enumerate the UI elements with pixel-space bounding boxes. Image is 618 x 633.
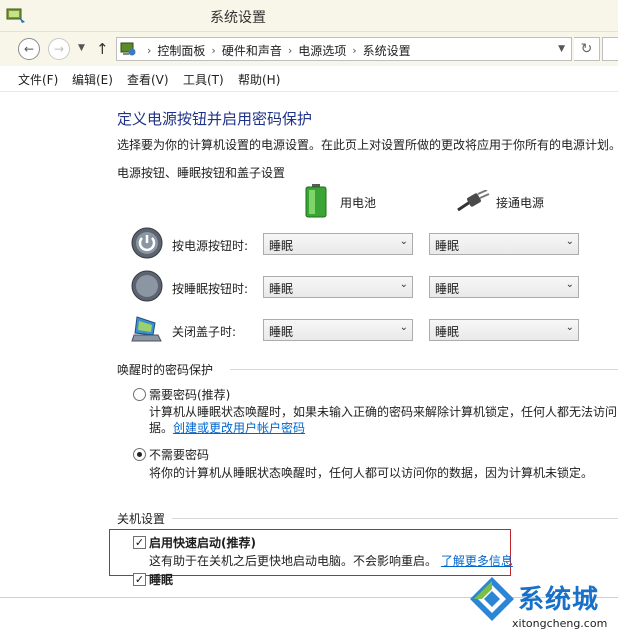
select-value: 睡眠 [435, 239, 460, 253]
require-password-label: 需要密码(推荐) [149, 388, 231, 402]
watermark: 系统城 xitongcheng.com [468, 573, 618, 633]
power-button-plugged-select[interactable]: 睡眠 ⌄ [429, 233, 579, 255]
sleep-button-plugged-select[interactable]: 睡眠 ⌄ [429, 276, 579, 298]
section-divider [172, 518, 618, 519]
change-password-link[interactable]: 创建或更改用户帐户密码 [173, 421, 305, 435]
power-buttons-section-title: 电源按钮、睡眠按钮和盖子设置 [117, 166, 286, 180]
chevron-down-icon: ⌄ [565, 279, 574, 290]
breadcrumb-item[interactable]: 电源选项 [298, 42, 346, 59]
breadcrumb: › 控制面板 › 硬件和声音 › 电源选项 › 系统设置 [141, 42, 411, 59]
window-title: 系统设置 [210, 10, 266, 26]
address-dropdown-icon[interactable]: ▼ [558, 44, 565, 54]
sleep-label: 睡眠 [149, 573, 174, 587]
description-text: 这有助于在关机之后更快地启动电脑。不会影响重启。 [149, 554, 438, 568]
watermark-url: xitongcheng.com [512, 617, 608, 630]
recent-pages-dropdown-icon[interactable]: ▼ [78, 43, 85, 53]
watermark-brand: 系统城 [518, 585, 600, 615]
sleep-button-icon [131, 270, 163, 302]
main-content: 定义电源按钮并启用密码保护 选择要为你的计算机设置的电源设置。在此页上对设置所做… [0, 92, 618, 633]
require-password-description-tail: 据。创建或更改用户帐户密码 [149, 419, 305, 436]
chevron-down-icon: ⌄ [565, 236, 574, 247]
wake-password-section-title: 唤醒时的密码保护 [117, 363, 214, 377]
chevron-down-icon: ⌄ [399, 236, 408, 247]
lid-close-plugged-select[interactable]: 睡眠 ⌄ [429, 319, 579, 341]
menu-help[interactable]: 帮助(H) [238, 71, 280, 88]
sleep-button-label: 按睡眠按钮时: [172, 282, 249, 296]
search-input[interactable] [602, 37, 618, 61]
forward-button[interactable]: → [48, 38, 70, 60]
breadcrumb-item[interactable]: 控制面板 [157, 42, 205, 59]
shutdown-section-title: 关机设置 [117, 512, 166, 526]
refresh-icon: ↻ [580, 41, 593, 57]
battery-column-label: 用电池 [340, 196, 377, 210]
chevron-down-icon: ⌄ [399, 279, 408, 290]
arrow-left-icon: ← [23, 42, 35, 56]
power-button-battery-select[interactable]: 睡眠 ⌄ [263, 233, 413, 255]
fast-startup-label: 启用快速启动(推荐) [149, 536, 256, 550]
menu-bar: 文件(F) 编辑(E) 查看(V) 工具(T) 帮助(H) [0, 66, 618, 92]
select-value: 睡眠 [269, 282, 294, 296]
menu-view[interactable]: 查看(V) [127, 71, 169, 88]
chevron-down-icon: ⌄ [399, 322, 408, 333]
address-bar[interactable]: › 控制面板 › 硬件和声音 › 电源选项 › 系统设置 ▼ [116, 37, 572, 61]
lid-close-battery-select[interactable]: 睡眠 ⌄ [263, 319, 413, 341]
section-divider [230, 369, 618, 370]
page-title: 定义电源按钮并启用密码保护 [117, 110, 313, 128]
select-value: 睡眠 [435, 282, 460, 296]
title-bar: 系统设置 [0, 0, 618, 32]
select-value: 睡眠 [269, 239, 294, 253]
back-button[interactable]: ← [18, 38, 40, 60]
power-button-label: 按电源按钮时: [172, 239, 249, 253]
sleep-checkbox[interactable]: ✓ [133, 573, 146, 586]
power-button-icon [131, 227, 163, 259]
no-password-radio[interactable] [133, 448, 146, 461]
refresh-button[interactable]: ↻ [574, 37, 600, 61]
breadcrumb-separator: › [287, 44, 293, 57]
breadcrumb-separator: › [147, 44, 152, 57]
breadcrumb-separator: › [352, 44, 357, 57]
power-plug-icon [457, 190, 490, 212]
control-panel-icon [120, 42, 136, 56]
lid-close-label: 关闭盖子时: [172, 325, 237, 339]
battery-icon [305, 184, 327, 218]
learn-more-link[interactable]: 了解更多信息 [441, 554, 513, 568]
no-password-description: 将你的计算机从睡眠状态唤醒时，任何人都可以访问你的数据，因为计算机未锁定。 [149, 466, 594, 480]
fast-startup-description: 这有助于在关机之后更快地启动电脑。不会影响重启。 了解更多信息 [149, 552, 513, 569]
menu-tools[interactable]: 工具(T) [183, 71, 224, 88]
arrow-right-icon: → [53, 42, 65, 56]
fast-startup-checkbox[interactable]: ✓ [133, 536, 146, 549]
plugged-column-label: 接通电源 [496, 196, 545, 210]
xitongcheng-logo-icon [470, 577, 514, 621]
no-password-label: 不需要密码 [149, 448, 210, 462]
up-arrow-icon[interactable]: ↑ [96, 40, 109, 58]
page-description: 选择要为你的计算机设置的电源设置。在此页上对设置所做的更改将应用于你所有的电源计… [117, 138, 618, 152]
breadcrumb-item[interactable]: 硬件和声音 [222, 42, 282, 59]
require-password-radio[interactable] [133, 388, 146, 401]
breadcrumb-item[interactable]: 系统设置 [363, 42, 411, 59]
laptop-lid-icon [131, 316, 162, 342]
menu-edit[interactable]: 编辑(E) [72, 71, 113, 88]
navigation-bar: ← → ▼ ↑ › 控制面板 › 硬件和声音 › 电源选项 › 系统设置 ▼ ↻ [0, 32, 618, 66]
menu-file[interactable]: 文件(F) [18, 71, 58, 88]
chevron-down-icon: ⌄ [565, 322, 574, 333]
sleep-button-battery-select[interactable]: 睡眠 ⌄ [263, 276, 413, 298]
breadcrumb-separator: › [211, 44, 216, 57]
description-text: 据。 [149, 421, 174, 435]
select-value: 睡眠 [269, 325, 294, 339]
select-value: 睡眠 [435, 325, 460, 339]
require-password-description: 计算机从睡眠状态唤醒时，如果未输入正确的密码来解除计算机锁定，任何人都无法访问 [149, 405, 618, 419]
